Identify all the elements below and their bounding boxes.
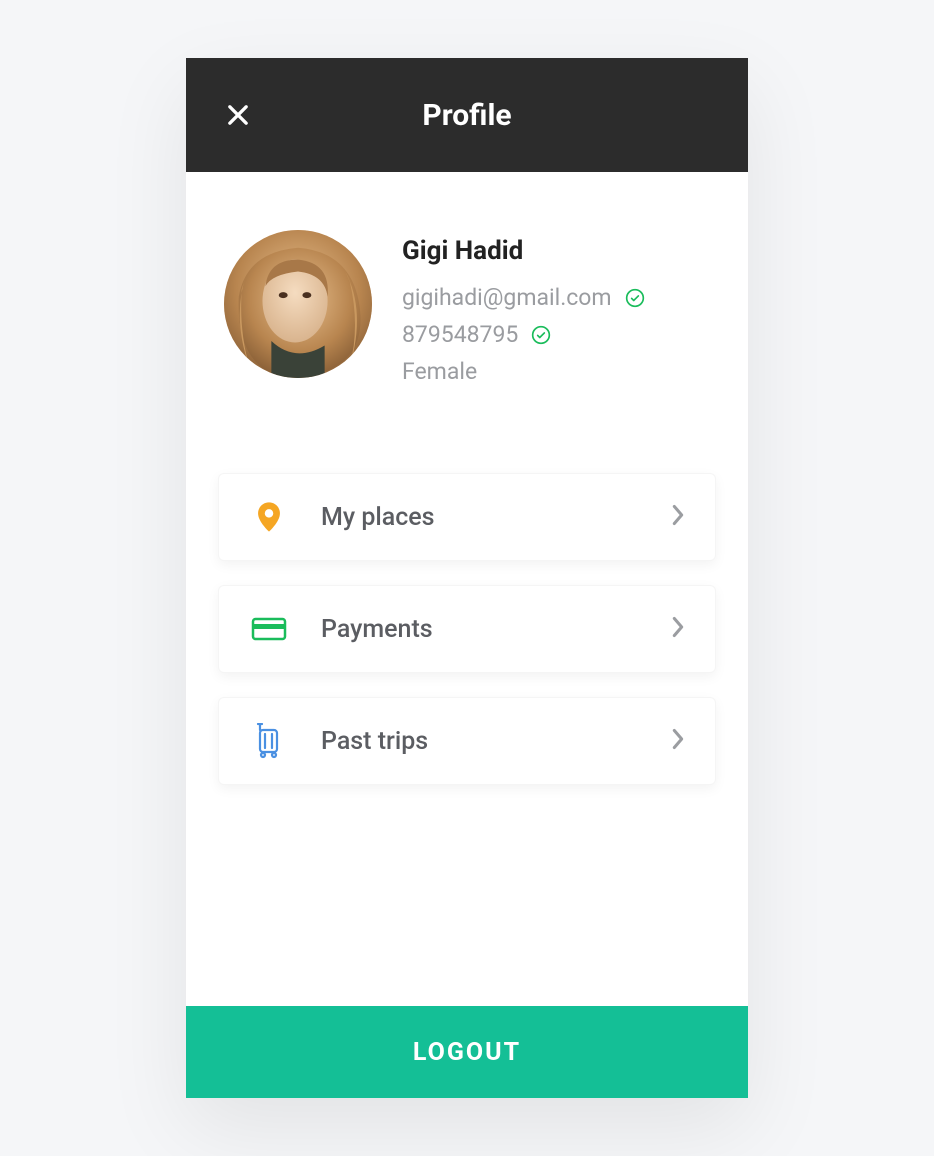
profile-name: Gigi Hadid <box>402 236 646 266</box>
avatar[interactable] <box>224 230 372 378</box>
close-icon <box>224 101 252 129</box>
menu-list: My places Payments <box>186 425 748 785</box>
chevron-right-icon <box>671 504 685 530</box>
chevron-right-icon <box>671 728 685 754</box>
menu-item-past-trips[interactable]: Past trips <box>218 697 716 785</box>
profile-gender-row: Female <box>402 358 646 385</box>
profile-email: gigihadi@gmail.com <box>402 284 612 311</box>
profile-email-row: gigihadi@gmail.com <box>402 284 646 311</box>
avatar-image <box>224 230 372 378</box>
profile-screen: Profile <box>186 58 748 1098</box>
phone-verified-icon <box>530 324 552 346</box>
menu-item-label: My places <box>321 503 671 532</box>
email-verified-icon <box>624 287 646 309</box>
spacer <box>186 785 748 1006</box>
logout-label: LOGOUT <box>413 1038 521 1067</box>
close-button[interactable] <box>220 97 256 133</box>
header-bar: Profile <box>186 58 748 172</box>
menu-item-my-places[interactable]: My places <box>218 473 716 561</box>
luggage-icon <box>249 721 289 761</box>
chevron-right-icon <box>671 616 685 642</box>
menu-item-label: Payments <box>321 615 671 644</box>
logout-button[interactable]: LOGOUT <box>186 1006 748 1098</box>
credit-card-icon <box>249 609 289 649</box>
pin-icon <box>249 497 289 537</box>
profile-phone-row: 879548795 <box>402 321 646 348</box>
page-title: Profile <box>186 98 748 133</box>
menu-item-label: Past trips <box>321 727 671 756</box>
profile-info: Gigi Hadid gigihadi@gmail.com 879548795 <box>402 230 646 385</box>
menu-item-payments[interactable]: Payments <box>218 585 716 673</box>
profile-gender: Female <box>402 358 477 385</box>
profile-phone: 879548795 <box>402 321 518 348</box>
profile-section: Gigi Hadid gigihadi@gmail.com 879548795 <box>186 172 748 425</box>
